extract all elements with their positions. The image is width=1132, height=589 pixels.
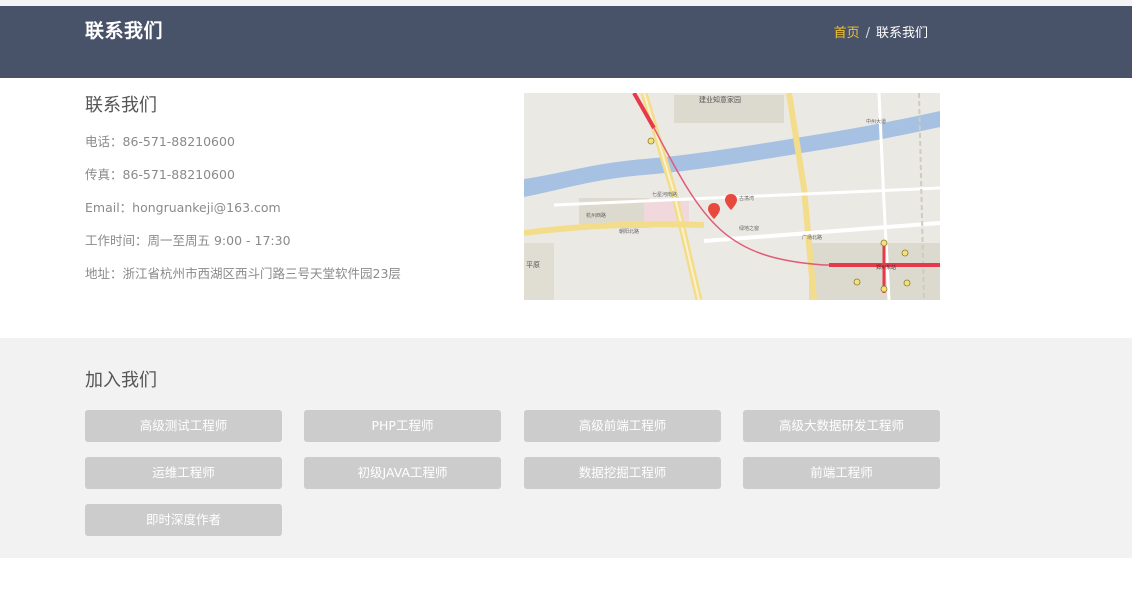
- contact-phone: 电话：86-571-88210600: [85, 134, 235, 149]
- page-header: 联系我们 首页 / 联系我们: [0, 6, 1132, 78]
- map-label: 中州大道: [866, 118, 886, 125]
- page-title: 联系我们: [85, 20, 164, 42]
- join-heading: 加入我们: [85, 370, 157, 391]
- contact-heading: 联系我们: [85, 95, 157, 116]
- map-label: 郑州东站: [876, 264, 896, 271]
- join-us-section: 加入我们 高级测试工程师 PHP工程师 高级前端工程师 高级大数据研发工程师 运…: [0, 338, 1132, 558]
- breadcrumb-home-link[interactable]: 首页: [834, 26, 860, 41]
- job-button-php[interactable]: PHP工程师: [304, 410, 501, 442]
- map-label: 广场北路: [802, 234, 822, 241]
- contact-email: Email：hongruankeji@163.com: [85, 200, 281, 215]
- map-graphic: 建业知意家园 七星河南路 古荡湾 杭州西路 绿地之窗 广场北路 郑州东站 平原 …: [524, 93, 940, 300]
- job-button-senior-bigdata[interactable]: 高级大数据研发工程师: [743, 410, 940, 442]
- job-button-senior-frontend[interactable]: 高级前端工程师: [524, 410, 721, 442]
- job-button-data-mining[interactable]: 数据挖掘工程师: [524, 457, 721, 489]
- map-label: 杭州西路: [586, 212, 606, 219]
- map-label: 建业知意家园: [699, 95, 741, 104]
- map-label: 古荡湾: [739, 195, 754, 202]
- location-map[interactable]: 建业知意家园 七星河南路 古荡湾 杭州西路 绿地之窗 广场北路 郑州东站 平原 …: [524, 93, 940, 300]
- map-label: 平原: [526, 261, 540, 269]
- map-label: 绿地之窗: [739, 225, 759, 232]
- job-button-ops[interactable]: 运维工程师: [85, 457, 282, 489]
- map-label: 七星河南路: [652, 191, 677, 198]
- map-label: 朝阳北路: [619, 228, 639, 235]
- breadcrumb-current: 联系我们: [875, 26, 928, 41]
- breadcrumb: 首页 / 联系我们: [834, 22, 928, 41]
- breadcrumb-separator: /: [865, 26, 870, 41]
- job-button-frontend[interactable]: 前端工程师: [743, 457, 940, 489]
- contact-fax: 传真：86-571-88210600: [85, 167, 235, 182]
- contact-section: 联系我们 电话：86-571-88210600 传真：86-571-882106…: [85, 91, 505, 297]
- contact-hours: 工作时间：周一至周五 9:00 - 17:30: [85, 233, 291, 248]
- job-button-deep-writer[interactable]: 即时深度作者: [85, 504, 282, 536]
- job-button-senior-test[interactable]: 高级测试工程师: [85, 410, 282, 442]
- contact-address: 地址：浙江省杭州市西湖区西斗门路三号天堂软件园23层: [85, 266, 401, 281]
- job-button-junior-java[interactable]: 初级JAVA工程师: [304, 457, 501, 489]
